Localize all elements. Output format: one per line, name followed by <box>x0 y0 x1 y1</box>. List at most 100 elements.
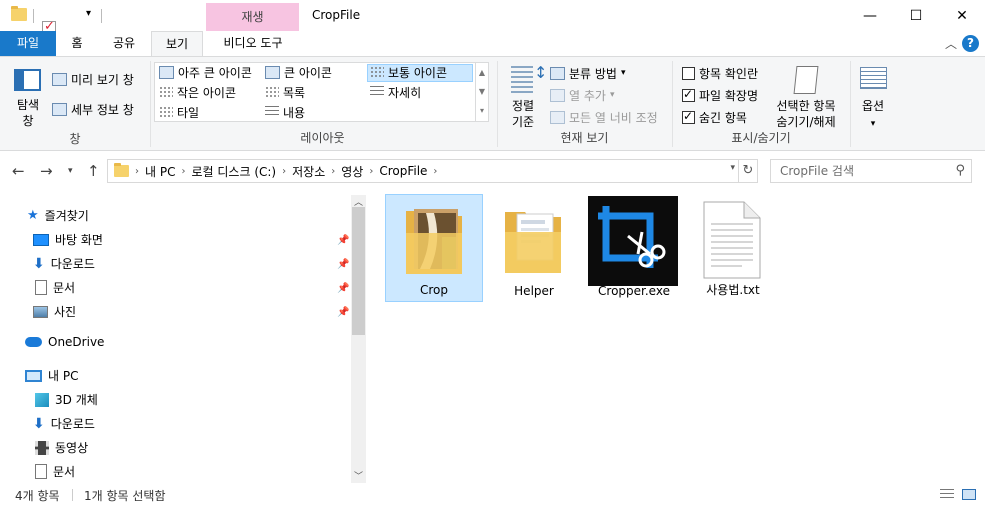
help-icon[interactable]: ? <box>962 35 979 52</box>
breadcrumb-cropfile[interactable]: CropFile <box>375 164 431 178</box>
hidden-items-toggle[interactable]: 숨긴 항목 <box>682 108 747 126</box>
layout-large-icons[interactable]: 큰 아이콘 <box>265 63 332 81</box>
tree-label: 바탕 화면 <box>55 233 103 247</box>
layout-list[interactable]: 목록 <box>265 83 305 101</box>
tab-video-tools[interactable]: 비디오 도구 <box>208 31 298 56</box>
layout-extra-large-icons[interactable]: 아주 큰 아이콘 <box>159 63 252 81</box>
item-count: 4개 항목 <box>15 489 60 503</box>
file-name: 사용법.txt <box>706 283 760 297</box>
tree-label: OneDrive <box>48 335 105 349</box>
navigation-pane-button[interactable]: 탐색 창 <box>8 97 48 129</box>
add-columns-button[interactable]: 열 추가 ▾ <box>550 86 614 104</box>
tree-item-downloads[interactable]: ⬇ 다운로드 <box>33 255 95 272</box>
tree-item-3d-objects[interactable]: 3D 개체 <box>35 391 98 408</box>
breadcrumb-video[interactable]: 영상 <box>337 163 367 180</box>
status-bar: 4개 항목 1개 항목 선택함 <box>0 484 985 507</box>
layout-tiles[interactable]: 타일 <box>159 103 199 121</box>
search-input[interactable]: CropFile 검색 ⚲ <box>770 159 972 183</box>
fit-columns-button[interactable]: 모든 열 너비 조정 <box>550 108 658 126</box>
layout-scroll[interactable]: ▲ ▼ ▾ <box>475 63 488 121</box>
file-extensions-toggle[interactable]: 파일 확장명 <box>682 86 758 104</box>
refresh-icon[interactable]: ↻ <box>738 160 757 182</box>
tab-view[interactable]: 보기 <box>151 31 203 57</box>
item-checkboxes-toggle[interactable]: 항목 확인란 <box>682 64 758 82</box>
file-item-helper[interactable]: Helper <box>485 194 583 302</box>
hide-selected-button[interactable]: 선택한 항목 숨기기/해제 <box>770 98 842 130</box>
scrollbar-thumb[interactable] <box>352 207 365 335</box>
layout-content[interactable]: 내용 <box>265 103 305 121</box>
tree-item-desktop[interactable]: 바탕 화면 <box>33 231 103 248</box>
pin-icon[interactable]: 📌 <box>337 259 349 270</box>
details-pane-label: 세부 정보 창 <box>71 102 134 117</box>
chevron-right-icon: › <box>331 165 336 177</box>
tree-item-videos[interactable]: 동영상 <box>35 439 88 456</box>
tree-item-onedrive[interactable]: OneDrive <box>25 335 104 349</box>
tree-item-quick-access[interactable]: ★ 즐겨찾기 <box>27 207 89 224</box>
layout-label: 자세히 <box>388 85 422 100</box>
preview-pane-button[interactable]: 미리 보기 창 <box>52 70 134 88</box>
minimize-button[interactable]: — <box>847 0 893 31</box>
layout-label: 타일 <box>177 105 200 120</box>
forward-arrow-icon[interactable]: → <box>40 162 53 180</box>
group-label-panes: 창 <box>69 132 81 146</box>
folder-icon <box>11 6 27 21</box>
up-arrow-icon[interactable]: ↑ <box>87 162 100 180</box>
add-columns-icon <box>550 88 565 102</box>
layout-label: 보통 아이콘 <box>388 65 448 80</box>
onedrive-cloud-icon <box>25 337 42 347</box>
tree-item-documents[interactable]: 문서 <box>35 279 75 296</box>
tree-label: 다운로드 <box>50 257 95 271</box>
breadcrumb-local-disk[interactable]: 로컬 디스크 (C:) <box>187 163 280 180</box>
collapse-ribbon-icon[interactable]: ︿ <box>945 35 957 52</box>
tree-item-pictures[interactable]: 사진 <box>33 303 76 320</box>
breadcrumb-storage[interactable]: 저장소 <box>288 163 329 180</box>
address-dropdown-icon[interactable]: ▾ <box>730 163 735 173</box>
sort-by-button[interactable]: 정렬 기준 <box>502 98 544 130</box>
large-icons-view-icon[interactable] <box>962 489 976 500</box>
file-item-crop[interactable]: Crop <box>385 194 483 302</box>
divider <box>33 9 34 23</box>
search-placeholder: CropFile 검색 <box>780 164 854 178</box>
tree-label: 즐겨찾기 <box>44 209 89 223</box>
breadcrumb-this-pc[interactable]: 내 PC <box>141 163 179 180</box>
divider <box>850 61 851 147</box>
options-button[interactable]: 옵션 ▾ <box>852 98 894 132</box>
item-checkboxes-label: 항목 확인란 <box>699 66 759 81</box>
tree-item-pc-documents[interactable]: 문서 <box>35 463 75 480</box>
recent-locations-icon[interactable]: ▾ <box>68 166 73 176</box>
back-arrow-icon[interactable]: ← <box>12 162 25 180</box>
tree-label: 문서 <box>53 281 76 295</box>
tree-item-this-pc[interactable]: 내 PC <box>25 367 78 384</box>
search-icon: ⚲ <box>955 163 965 178</box>
tab-home[interactable]: 홈 <box>60 31 94 56</box>
desktop-icon <box>33 233 49 246</box>
folder-icon <box>114 163 129 177</box>
group-by-icon <box>550 66 565 80</box>
scroll-down-icon[interactable]: ﹀ <box>354 469 363 482</box>
file-item-usage-txt[interactable]: 사용법.txt <box>684 194 782 302</box>
details-view-icon[interactable] <box>940 489 954 501</box>
pin-icon[interactable]: 📌 <box>337 307 349 318</box>
context-tab-play[interactable]: 재생 <box>206 3 299 31</box>
close-button[interactable]: ✕ <box>939 0 985 31</box>
pin-icon[interactable]: 📌 <box>337 235 349 246</box>
file-item-cropper-exe[interactable]: Cropper.exe <box>585 194 683 302</box>
window-title: CropFile <box>312 8 361 22</box>
layout-small-icons[interactable]: 작은 아이콘 <box>159 83 236 101</box>
layout-details[interactable]: 자세히 <box>370 83 421 101</box>
layout-medium-icons[interactable]: 보통 아이콘 <box>370 63 447 81</box>
tab-share[interactable]: 공유 <box>103 31 145 56</box>
details-pane-button[interactable]: 세부 정보 창 <box>52 100 134 118</box>
group-by-button[interactable]: 분류 방법 ▾ <box>550 64 626 82</box>
file-extensions-label: 파일 확장명 <box>699 88 759 103</box>
group-panes: 탐색 창 미리 보기 창 세부 정보 창 창 <box>0 57 150 151</box>
fit-columns-label: 모든 열 너비 조정 <box>569 110 658 125</box>
hide-selected-icon <box>793 66 819 94</box>
maximize-button[interactable]: ☐ <box>893 0 939 31</box>
tree-item-pc-downloads[interactable]: ⬇ 다운로드 <box>33 415 95 432</box>
navigation-pane: ★ 즐겨찾기 바탕 화면 📌 ⬇ 다운로드 📌 문서 📌 사진 📌 OneDrive… <box>0 195 366 483</box>
crop-scissors-icon <box>588 196 678 286</box>
qat-dropdown-icon[interactable]: ▾ <box>86 8 91 24</box>
pin-icon[interactable]: 📌 <box>337 283 349 294</box>
address-bar[interactable]: › 내 PC › 로컬 디스크 (C:) › 저장소 › 영상 › CropFi… <box>107 159 758 183</box>
